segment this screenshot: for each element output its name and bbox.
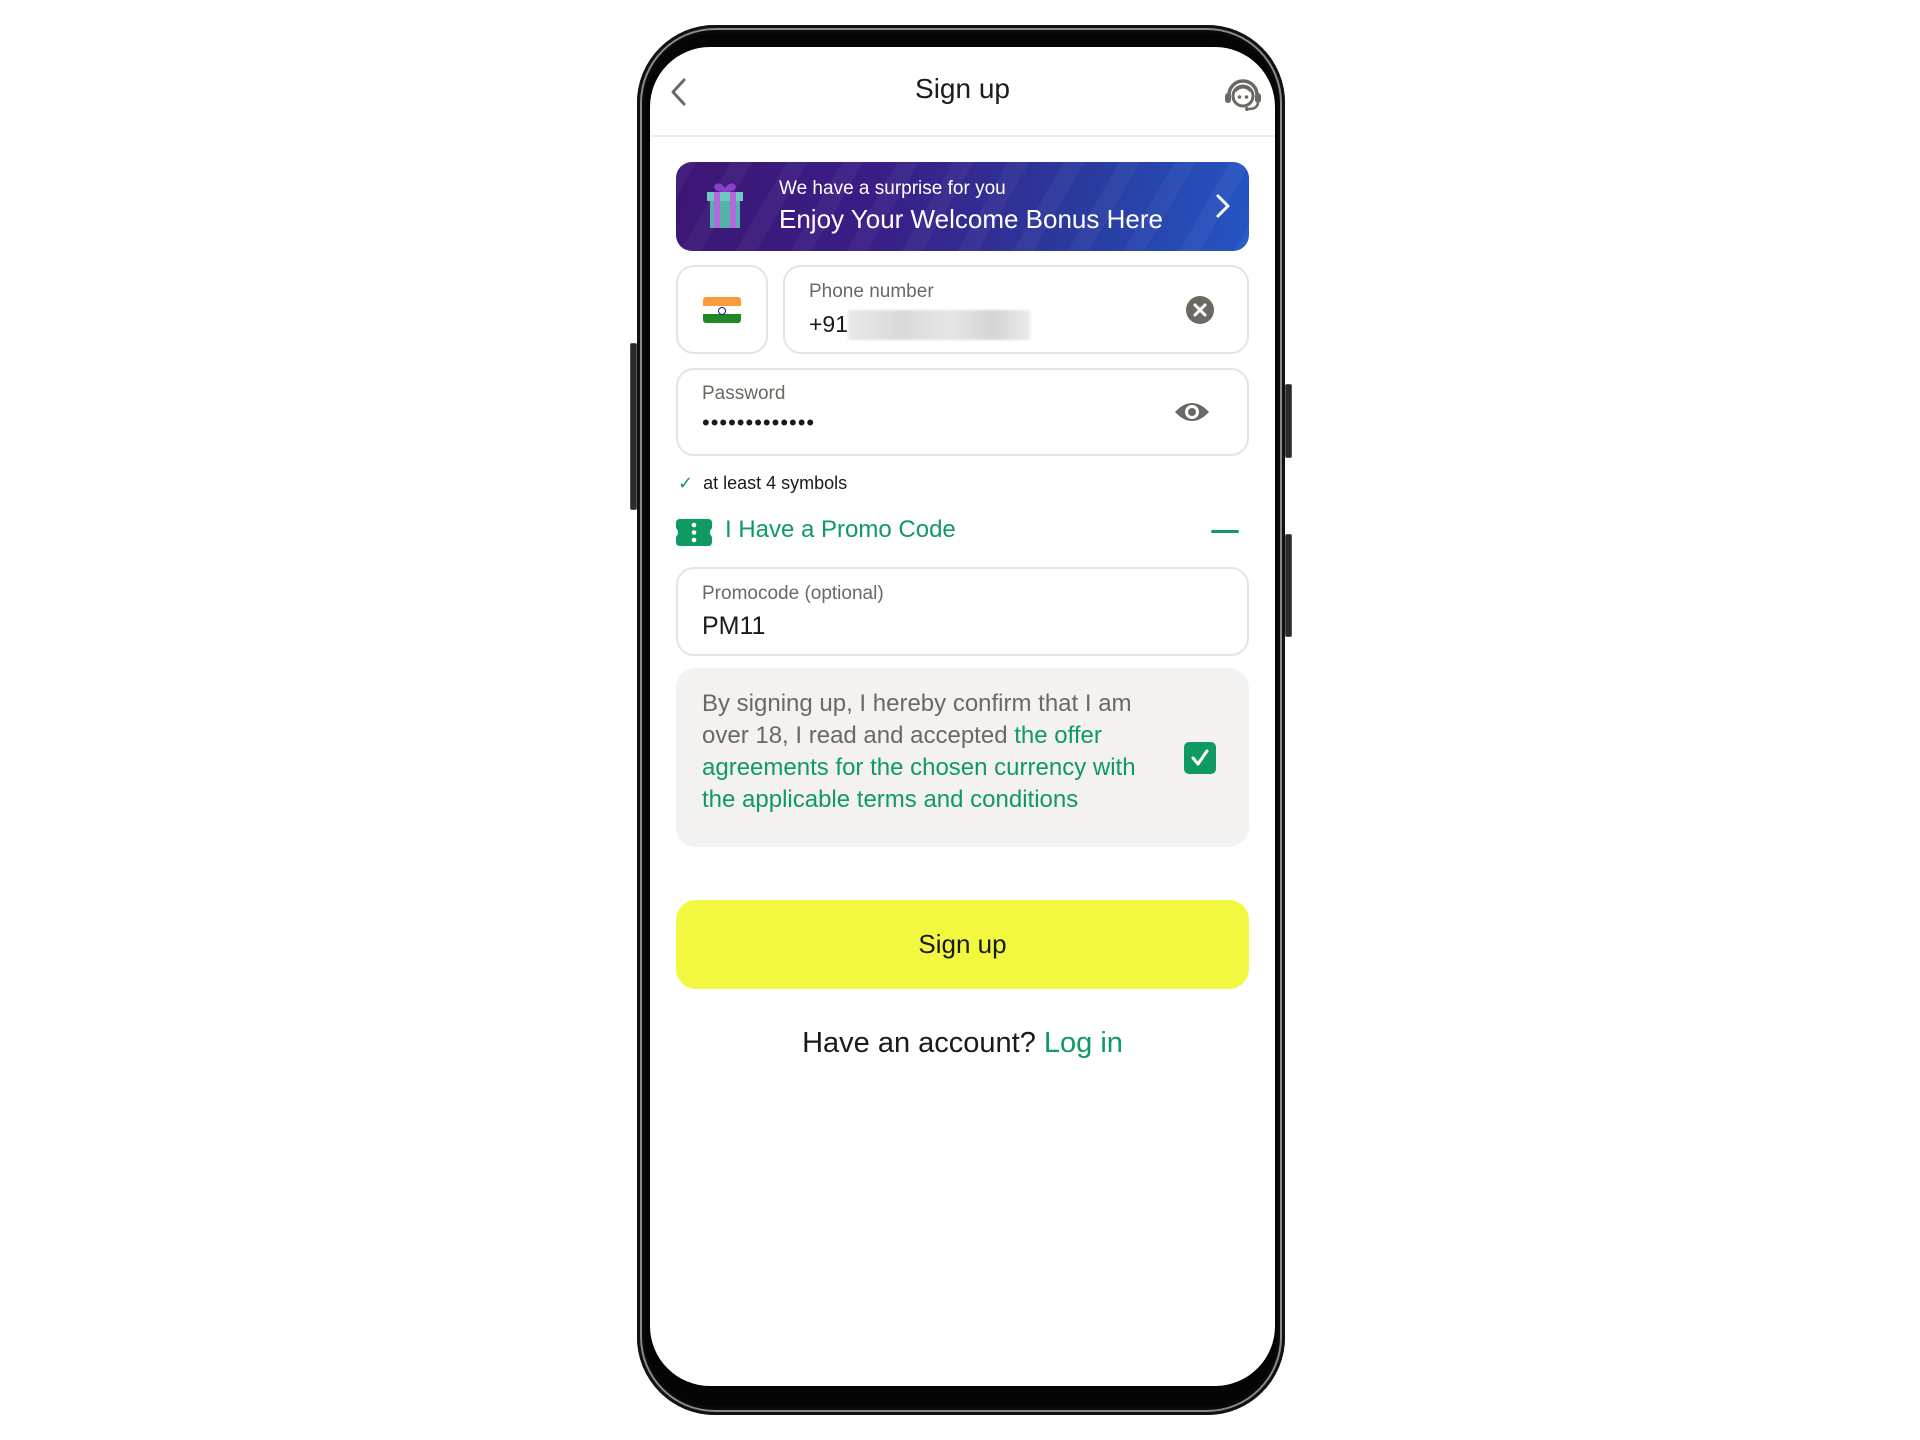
password-hint: ✓ at least 4 symbols bbox=[678, 473, 847, 494]
password-field[interactable]: Password ••••••••••••• bbox=[676, 368, 1249, 456]
login-link[interactable]: Log in bbox=[1044, 1027, 1123, 1059]
ticket-icon bbox=[676, 519, 712, 546]
support-button[interactable] bbox=[1222, 77, 1264, 111]
phone-number-redacted bbox=[848, 310, 1030, 340]
promo-code-toggle[interactable]: I Have a Promo Code bbox=[676, 514, 1249, 548]
eye-icon[interactable] bbox=[1174, 398, 1210, 426]
page-title: Sign up bbox=[915, 73, 1010, 104]
terms-checkbox[interactable] bbox=[1184, 742, 1216, 774]
country-selector[interactable] bbox=[676, 265, 768, 354]
india-flag-icon bbox=[703, 297, 741, 323]
password-value: ••••••••••••• bbox=[702, 410, 816, 435]
phone-side-button-left bbox=[630, 343, 637, 510]
banner-title: Enjoy Your Welcome Bonus Here bbox=[779, 204, 1163, 234]
minus-icon[interactable] bbox=[1211, 530, 1239, 533]
phone-screen: Sign up We have a surprise for you Enjoy… bbox=[650, 47, 1275, 1386]
gift-icon bbox=[707, 183, 743, 228]
phone-number-field[interactable]: Phone number +91 bbox=[783, 265, 1249, 354]
password-hint-text: at least 4 symbols bbox=[703, 473, 848, 493]
promo-code-toggle-label: I Have a Promo Code bbox=[725, 516, 956, 543]
check-icon bbox=[1191, 749, 1209, 766]
login-prompt: Have an account? Log in bbox=[650, 1027, 1275, 1060]
phone-number-label: Phone number bbox=[809, 281, 934, 302]
banner-subtitle: We have a surprise for you bbox=[779, 178, 1006, 199]
promo-code-label: Promocode (optional) bbox=[702, 583, 884, 604]
promo-code-value: PM11 bbox=[702, 612, 766, 640]
welcome-bonus-banner[interactable]: We have a surprise for you Enjoy Your We… bbox=[676, 162, 1249, 251]
password-label: Password bbox=[702, 383, 786, 404]
check-icon: ✓ bbox=[678, 473, 694, 493]
terms-text: By signing up, I hereby confirm that I a… bbox=[702, 688, 1172, 816]
headset-support-icon bbox=[1225, 79, 1261, 111]
phone-volume-up-button bbox=[1285, 384, 1292, 458]
have-account-text: Have an account? bbox=[802, 1027, 1036, 1059]
phone-volume-down-button bbox=[1285, 534, 1292, 637]
signup-button[interactable]: Sign up bbox=[676, 900, 1249, 989]
promo-code-field[interactable]: Promocode (optional) PM11 bbox=[676, 567, 1249, 656]
terms-box: By signing up, I hereby confirm that I a… bbox=[676, 668, 1249, 847]
app-header: Sign up bbox=[650, 47, 1275, 137]
clear-circle-icon[interactable] bbox=[1185, 295, 1215, 325]
chevron-right-icon bbox=[1216, 194, 1230, 218]
phone-prefix: +91 bbox=[809, 311, 849, 337]
